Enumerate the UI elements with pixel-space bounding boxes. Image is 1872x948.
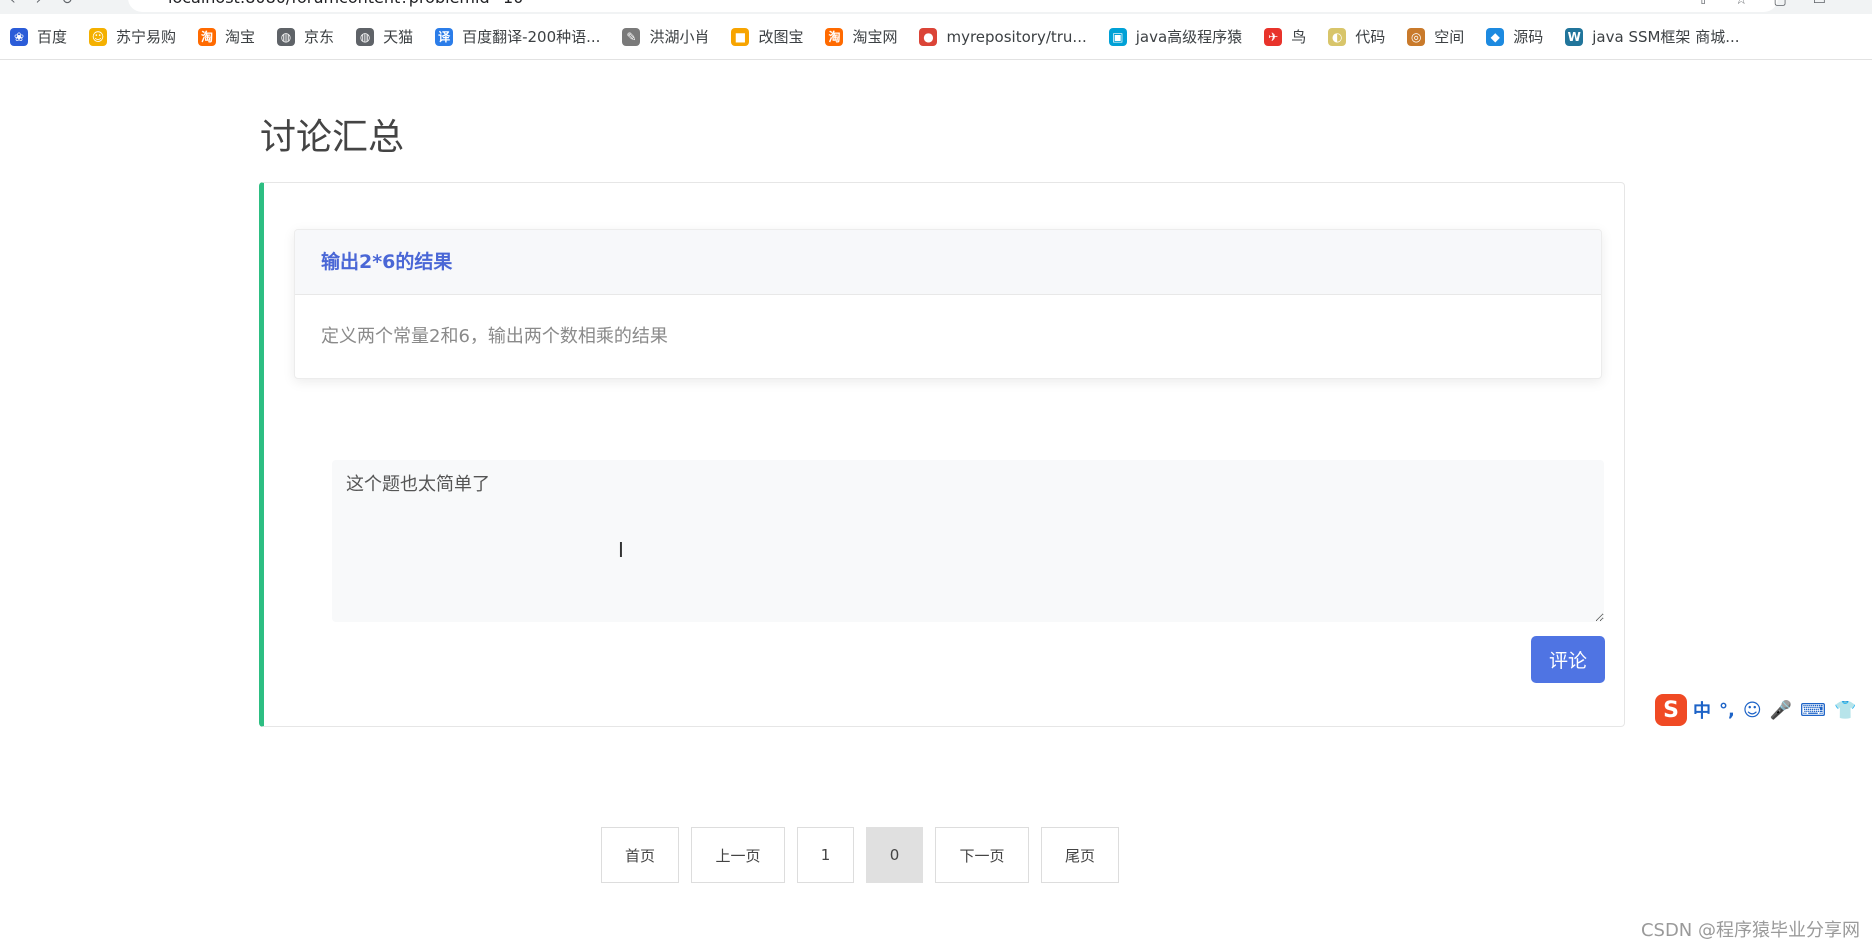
feather-icon: ✎ xyxy=(622,27,641,46)
gaitubao-icon: ■ xyxy=(731,27,750,46)
leaf-icon: ◐ xyxy=(1328,27,1347,46)
pagination-last-button[interactable]: 尾页 xyxy=(1041,827,1119,883)
browser-toolbar: ‹›↻ localhost:8080/forumcontent?problemi… xyxy=(0,0,1872,14)
translate-icon: 译 xyxy=(435,27,454,46)
bookmark-item[interactable]: 淘淘宝网 xyxy=(825,26,897,47)
bookmark-item[interactable]: ☺ 苏宁易购 xyxy=(89,26,176,47)
bilibili-icon: ▣ xyxy=(1108,27,1127,46)
bookmark-item[interactable]: ■ 改图宝 xyxy=(731,26,803,47)
browser-actions[interactable]: ⇧☆▢▭ xyxy=(1697,0,1852,8)
bookmarks-bar: ❀ 百度 ☺ 苏宁易购淘淘宝 ◍ 京东 ◍ 天猫译百度翻译-200种语... ✎ 洪湖小肖 ■ 改图宝… xyxy=(0,14,1872,60)
globe-icon: ◍ xyxy=(356,27,375,46)
bookmark-label: myrepository/tru... xyxy=(946,27,1087,46)
mouse-ibeam-cursor: I xyxy=(618,538,624,562)
ring-icon: ◎ xyxy=(1407,27,1426,46)
ime-keyboard-icon[interactable]: ⌨ xyxy=(1800,700,1826,721)
ime-toolbar: S 中 °, ☺ 🎤 ⌨ 👕 xyxy=(1655,692,1872,728)
bookmark-label: 百度 xyxy=(37,28,68,46)
paw-icon: ❀ xyxy=(10,27,28,46)
bookmark-label: 改图宝 xyxy=(758,28,804,46)
wordpress-icon: W xyxy=(1565,27,1584,46)
problem-description: 定义两个常量2和6，输出两个数相乘的结果 xyxy=(321,326,668,347)
bookmark-item[interactable]: ✎ 洪湖小肖 xyxy=(622,26,709,47)
bookmark-item[interactable]: ◐ 代码 xyxy=(1328,26,1385,47)
bookmark-item[interactable]: ❀ 百度 xyxy=(10,26,67,47)
bookmark-label: 源码 xyxy=(1513,28,1544,46)
ime-microphone-icon[interactable]: 🎤 xyxy=(1770,700,1792,721)
bookmark-label: 代码 xyxy=(1355,28,1386,46)
bookmark-item[interactable]: ✈ 鸟 xyxy=(1264,26,1306,47)
comment-submit-button[interactable]: 评论 xyxy=(1531,636,1605,683)
bookmark-item[interactable]: ▣ java高级程序猿 xyxy=(1108,26,1243,47)
suning-icon: ☺ xyxy=(89,27,108,46)
bookmark-item[interactable]: ◍ 天猫 xyxy=(356,26,413,47)
ime-chinese-mode[interactable]: 中 xyxy=(1693,697,1711,723)
chrome-icon: ● xyxy=(919,27,938,46)
bookmark-label: 百度翻译-200种语... xyxy=(462,28,601,46)
bookmark-item[interactable]: ◆ 源码 xyxy=(1486,26,1543,47)
discussion-card: 输出2*6的结果 定义两个常量2和6，输出两个数相乘的结果 评论 xyxy=(259,182,1625,727)
bookmark-label: 洪湖小肖 xyxy=(649,28,710,46)
bookmark-label: java SSM框架 商城... xyxy=(1592,28,1740,46)
bookmark-item[interactable]: ● myrepository/tru... xyxy=(919,27,1087,46)
problem-panel: 输出2*6的结果 定义两个常量2和6，输出两个数相乘的结果 xyxy=(294,229,1602,379)
pagination-page-button[interactable]: 1 xyxy=(797,827,854,883)
comment-textarea[interactable] xyxy=(332,460,1604,622)
bookmark-label: java高级程序猿 xyxy=(1135,28,1243,46)
bookmark-item[interactable]: 淘淘宝 xyxy=(198,26,255,47)
pagination-first-button[interactable]: 首页 xyxy=(601,827,679,883)
bookmark-label: 空间 xyxy=(1434,28,1465,46)
pagination-prev-button[interactable]: 上一页 xyxy=(691,827,785,883)
pagination: 首页 上一页 1 0 下一页 尾页 xyxy=(601,827,1131,883)
address-bar[interactable]: localhost:8080/forumcontent?problemid=10 xyxy=(128,0,1778,12)
bookmark-item[interactable]: ◎ 空间 xyxy=(1407,26,1464,47)
taobao-icon: 淘 xyxy=(825,27,844,46)
bookmark-label: 淘宝 xyxy=(225,28,256,46)
ime-emoji-icon[interactable]: ☺ xyxy=(1743,700,1762,721)
bookmark-label: 天猫 xyxy=(383,28,414,46)
bookmark-label: 淘宝网 xyxy=(852,28,898,46)
bookmark-item[interactable]: Wjava SSM框架 商城... xyxy=(1565,26,1740,47)
page-title: 讨论汇总 xyxy=(260,117,405,158)
sogou-logo-icon[interactable]: S xyxy=(1655,694,1687,726)
pagination-next-button[interactable]: 下一页 xyxy=(935,827,1029,883)
globe-icon: ◍ xyxy=(277,27,296,46)
taobao-icon: 淘 xyxy=(198,27,217,46)
bookmark-label: 鸟 xyxy=(1291,28,1307,46)
docker-icon: ◆ xyxy=(1486,27,1505,46)
bookmark-label: 苏宁易购 xyxy=(116,28,177,46)
nav-buttons[interactable]: ‹›↻ xyxy=(10,0,93,8)
ime-punctuation-icon[interactable]: °, xyxy=(1719,700,1735,721)
bird-icon: ✈ xyxy=(1264,27,1283,46)
ime-skin-icon[interactable]: 👕 xyxy=(1834,700,1856,721)
problem-title: 输出2*6的结果 xyxy=(295,230,1601,295)
bookmark-label: 京东 xyxy=(304,28,335,46)
pagination-current-page[interactable]: 0 xyxy=(866,827,923,883)
watermark: CSDN @程序猿毕业分享网 xyxy=(1640,920,1860,941)
bookmark-item[interactable]: 译百度翻译-200种语... xyxy=(435,26,600,47)
bookmark-item[interactable]: ◍ 京东 xyxy=(277,26,334,47)
